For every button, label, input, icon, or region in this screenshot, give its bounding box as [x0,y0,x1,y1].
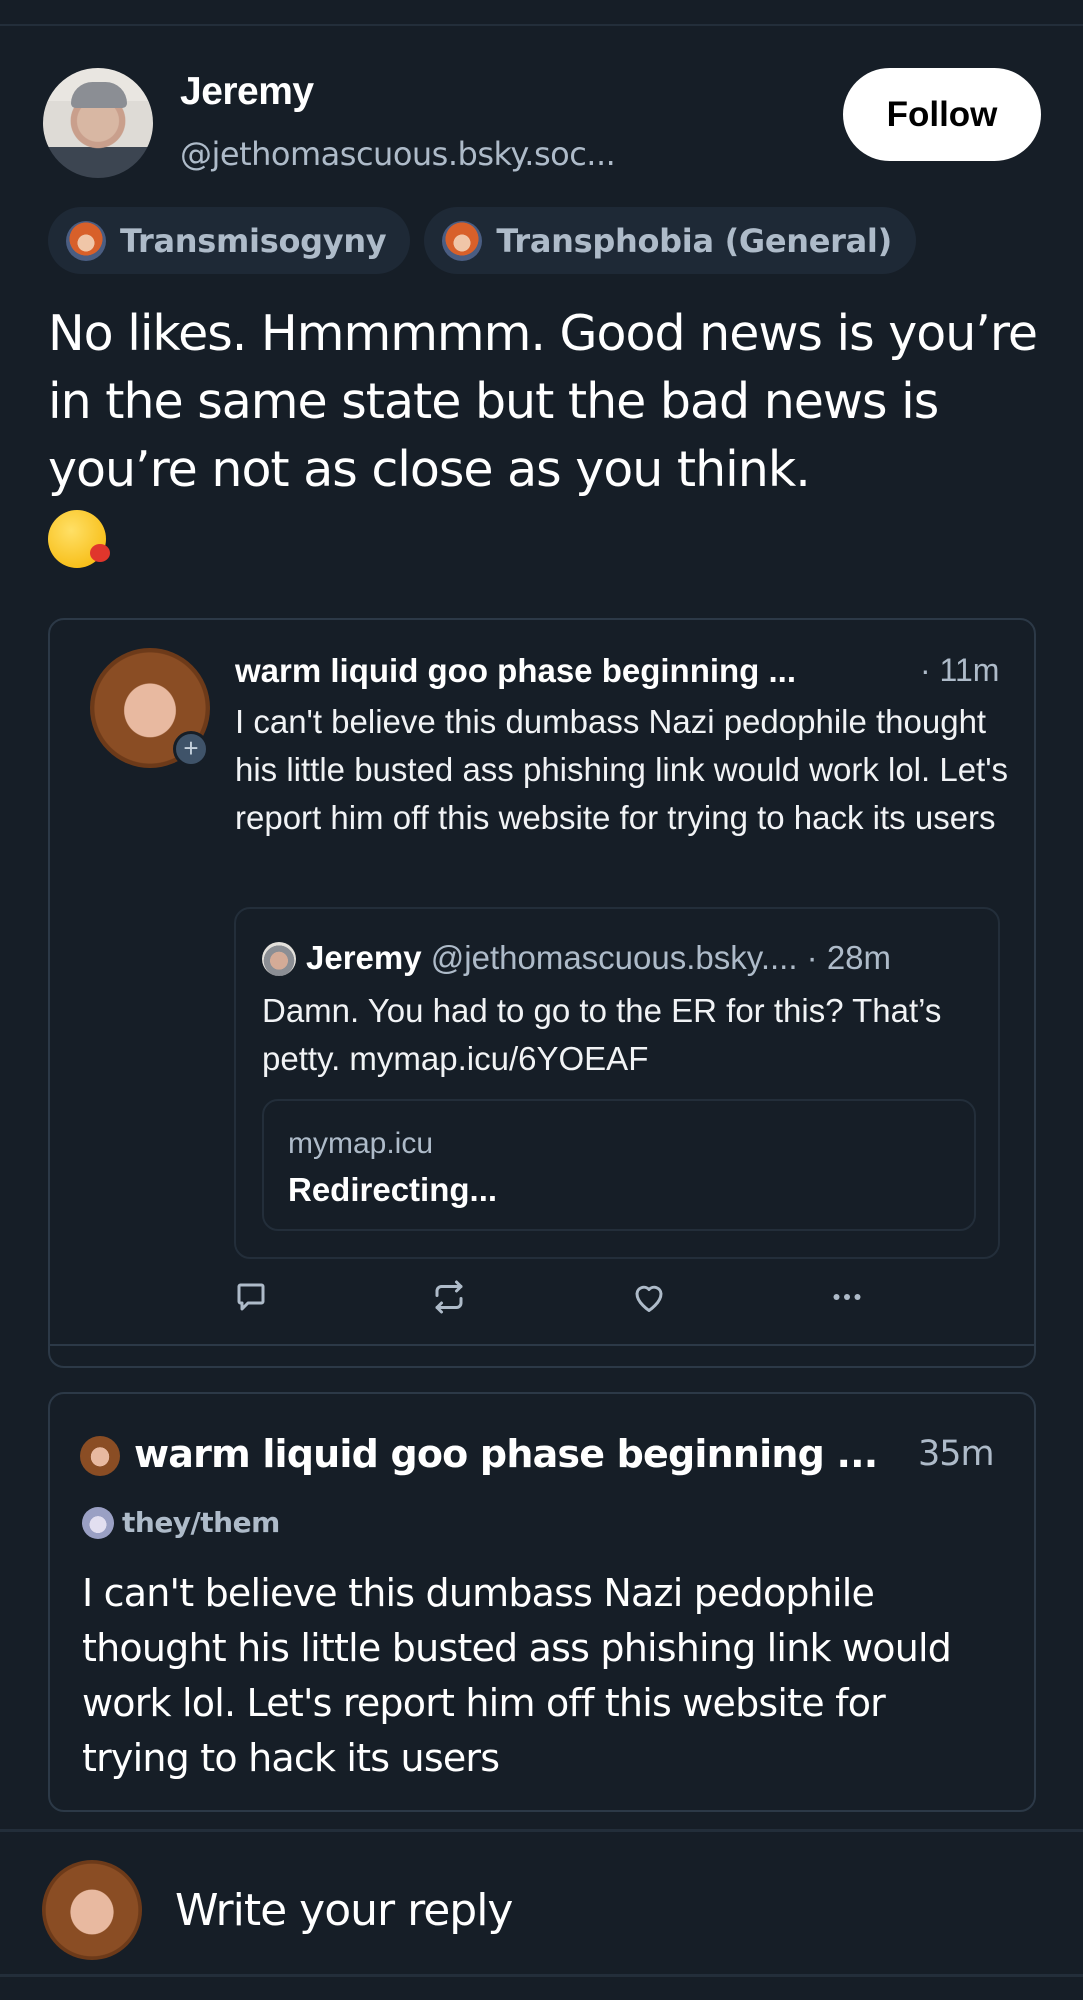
author-handle[interactable]: @jethomascuous.bsky.soc... [180,135,616,173]
reply-post-text: I can't believe this dumbass Nazi pedoph… [82,1571,952,1780]
nested-quote-card[interactable]: Jeremy @jethomascuous.bsky.... · 28m Dam… [234,907,1000,1259]
reply-author-name: warm liquid goo phase beginning ... [134,1432,878,1476]
reply-bubble-icon [237,1283,265,1311]
follow-button[interactable]: Follow [843,68,1041,161]
nested-post-time: · 28m [806,939,892,976]
cap-shape [71,82,127,108]
post-body: No likes. Hmmmmm. Good news is you’re in… [48,300,1048,586]
nested-author-avatar [262,942,296,976]
follow-plus-icon[interactable]: + [173,731,209,767]
top-divider [0,24,1083,26]
link-domain: mymap.icu [288,1127,434,1160]
quoted-post-card[interactable]: + warm liquid goo phase beginning ... · … [48,618,1036,1368]
link-preview-card[interactable]: mymap.icu Redirecting... [262,1099,976,1231]
label-chip-transmisogyny[interactable]: Transmisogyny [48,207,411,274]
face-blowing-kiss-emoji-icon [48,510,110,568]
pronoun-text: they/them [122,1506,280,1539]
nested-author-handle: @jethomascuous.bsky.... [430,939,798,976]
author-avatar[interactable] [43,68,153,178]
post-text: No likes. Hmmmmm. Good news is you’re in… [48,305,1038,498]
nested-author-name: Jeremy [306,939,422,976]
card-divider [50,1344,1034,1346]
more-dots-icon [833,1294,861,1300]
moderation-labels: Transmisogyny Transphobia (General) [48,207,916,274]
quoted-author-name[interactable]: warm liquid goo phase beginning ... [235,652,855,690]
link-title: Redirecting... [288,1171,498,1208]
labeler-avatar-icon [66,220,106,261]
reply-parent-card[interactable]: warm liquid goo phase beginning ... 35m … [48,1392,1036,1812]
label-text: Transmisogyny [120,221,387,260]
nested-quote-text: Damn. You had to go to the ER for this? … [262,992,942,1077]
reply-author-avatar [80,1436,120,1476]
post-actions [50,1272,1034,1322]
author-display-name[interactable]: Jeremy [180,70,314,114]
label-text: Transphobia (General) [496,221,892,260]
repost-button[interactable] [424,1272,474,1322]
nested-quote-header: Jeremy @jethomascuous.bsky.... · 28m [306,939,891,977]
labeler-avatar-icon [442,220,483,261]
current-user-avatar [42,1860,142,1960]
reply-input[interactable] [175,1880,1035,1940]
more-options-button[interactable] [822,1272,872,1322]
heart-icon [635,1285,663,1312]
quoted-post-text: I can't believe this dumbass Nazi pedoph… [235,703,1009,836]
pronoun-label: they/them [82,1506,280,1539]
repost-icon [435,1280,463,1314]
composer-divider [0,1974,1083,1977]
like-button[interactable] [624,1272,674,1322]
pronoun-labeler-icon [82,1506,114,1539]
reply-post-time: 35m [918,1434,995,1474]
composer-divider [0,1829,1083,1832]
label-chip-transphobia[interactable]: Transphobia (General) [424,207,916,274]
reply-button[interactable] [226,1272,276,1322]
quoted-post-time: · 11m [920,652,1000,688]
